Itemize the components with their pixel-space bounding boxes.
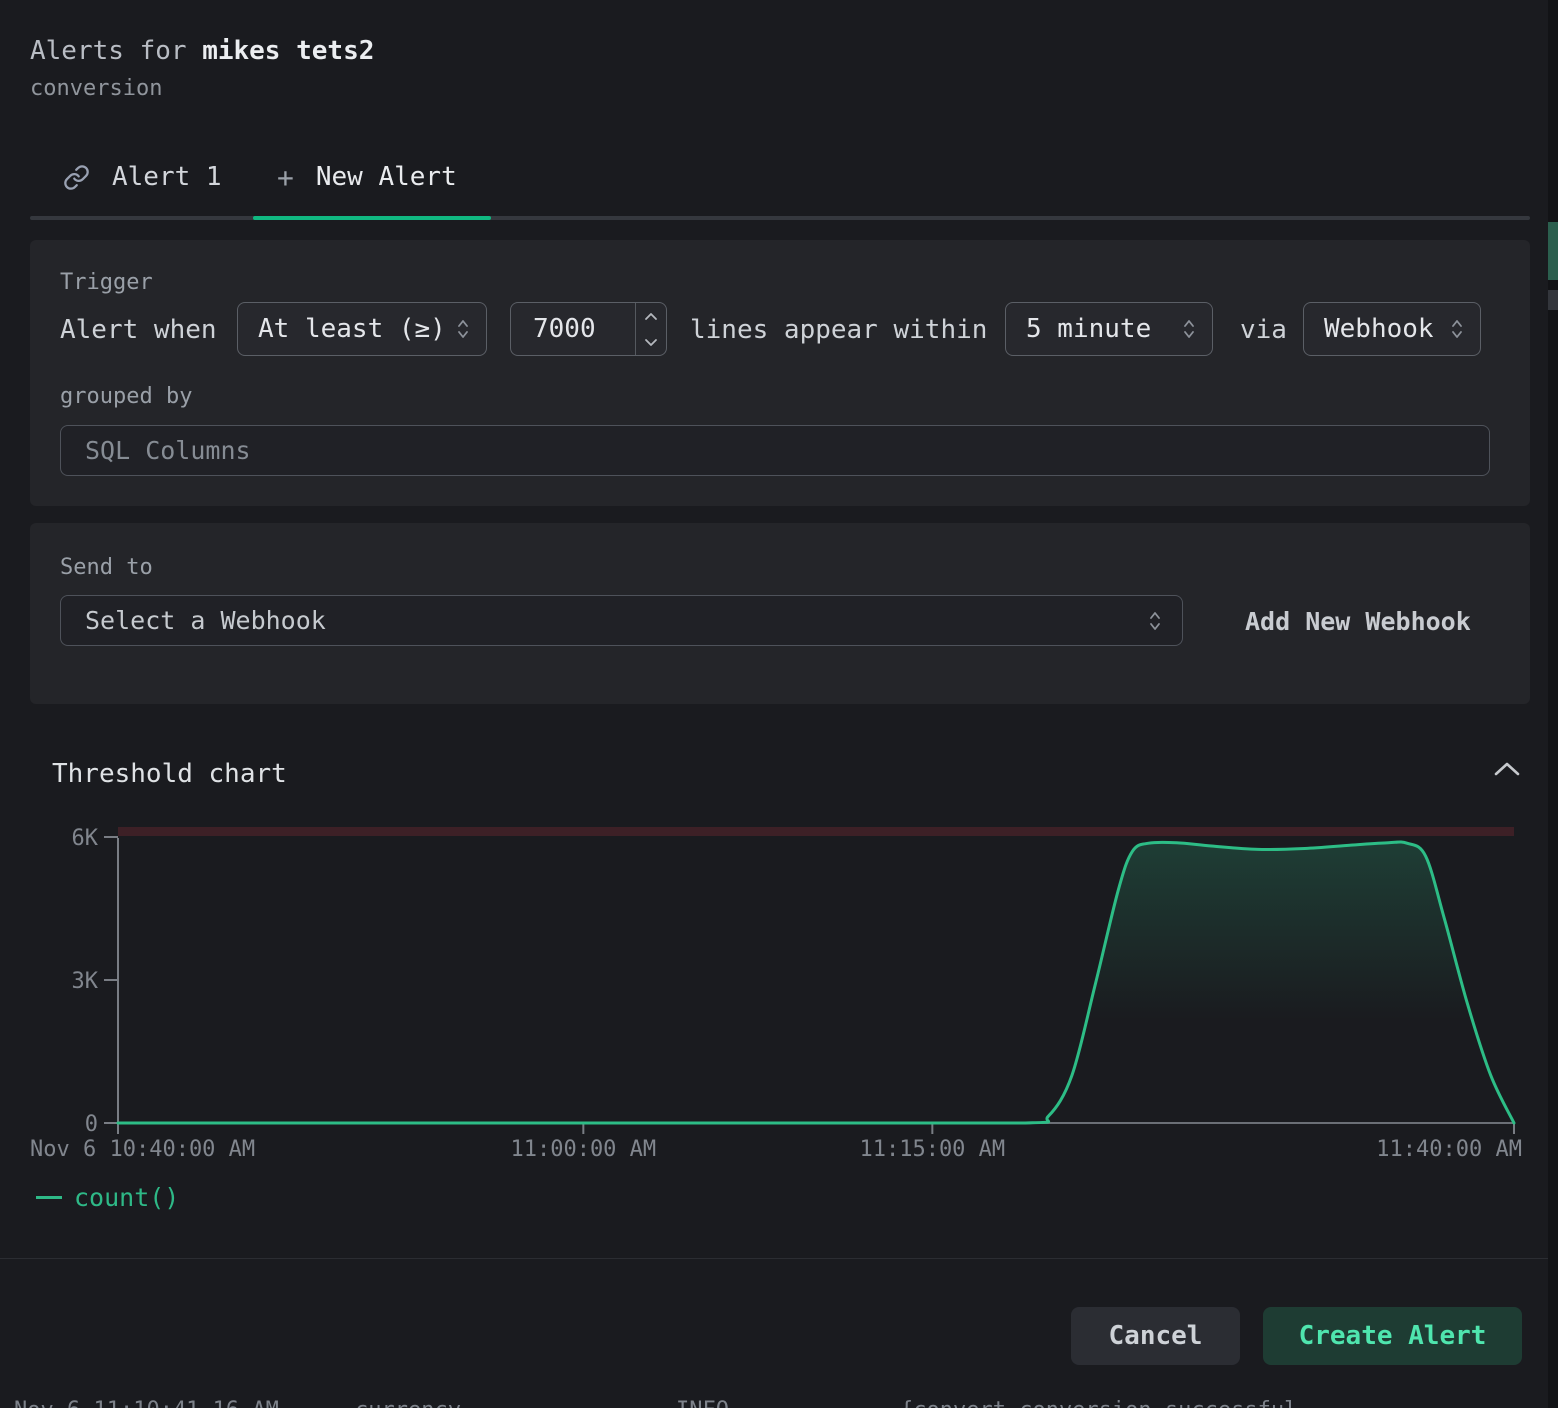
lines-appear-within-label: lines appear within [690, 315, 987, 345]
link-icon [63, 164, 90, 191]
clipped-log-fragment: currency [355, 1398, 461, 1408]
webhook-select-placeholder: Select a Webhook [85, 606, 326, 635]
add-new-webhook-button[interactable]: Add New Webhook [1245, 607, 1471, 636]
via-label: via [1240, 315, 1287, 345]
page-title: Alerts for mikes tets2 [30, 36, 374, 66]
background-gray-fragment [1548, 290, 1558, 310]
svg-text:11:40:00 AM: 11:40:00 AM [1376, 1137, 1522, 1162]
alert-when-label: Alert when [60, 315, 217, 345]
threshold-number-box [510, 302, 667, 356]
svg-text:0: 0 [85, 1112, 98, 1137]
threshold-chart-title: Threshold chart [52, 759, 287, 789]
plus-icon: + [277, 161, 294, 194]
grouped-by-label: grouped by [60, 384, 192, 409]
dataset-subtitle: conversion [30, 76, 162, 101]
channel-value: Webhook [1324, 314, 1434, 344]
spinner-up-button[interactable] [636, 303, 666, 329]
grouped-by-input[interactable] [60, 425, 1490, 476]
chart-legend: count() [36, 1183, 179, 1212]
clipped-log-fragment: INFO [676, 1398, 729, 1408]
tab-underline-active [253, 216, 491, 220]
svg-text:Nov 6 10:40:00 AM: Nov 6 10:40:00 AM [30, 1137, 255, 1162]
svg-text:6K: 6K [72, 826, 99, 851]
legend-series-label: count() [74, 1183, 179, 1212]
tab-new-alert-label: New Alert [316, 162, 457, 192]
comparator-value: At least (≥) [258, 314, 446, 344]
clipped-log-fragment: Nov 6 11:10:41.16 AM [14, 1398, 279, 1408]
svg-text:11:00:00 AM: 11:00:00 AM [510, 1137, 656, 1162]
svg-text:11:15:00 AM: 11:15:00 AM [859, 1137, 1005, 1162]
channel-select[interactable]: Webhook [1303, 302, 1481, 356]
collapse-section-button[interactable] [1490, 760, 1524, 780]
background-clipped-log-row: Nov 6 11:10:41.16 AM currency INFO {convert… [0, 1398, 1558, 1408]
background-right-sliver [1548, 0, 1558, 1408]
legend-line-swatch [36, 1196, 62, 1199]
window-select[interactable]: 5 minute [1005, 302, 1213, 356]
chevron-updown-icon [1450, 317, 1464, 341]
clipped-log-fragment: {convert conversion successful [900, 1398, 1297, 1408]
trigger-panel: Trigger Alert when At least (≥) lines ap… [30, 240, 1530, 506]
comparator-select[interactable]: At least (≥) [237, 302, 487, 356]
chevron-updown-icon [1148, 609, 1162, 633]
chevron-updown-icon [456, 317, 470, 341]
trigger-section-label: Trigger [60, 270, 153, 295]
svg-text:3K: 3K [72, 969, 99, 994]
threshold-input[interactable] [511, 303, 635, 355]
send-to-panel: Send to Select a Webhook Add New Webhook [30, 523, 1530, 704]
create-alert-button[interactable]: Create Alert [1263, 1307, 1522, 1365]
tab-new-alert[interactable]: + New Alert [277, 160, 457, 194]
footer-divider [0, 1258, 1558, 1259]
background-green-fragment [1548, 222, 1558, 280]
dataset-name: mikes tets2 [202, 36, 374, 66]
cancel-button[interactable]: Cancel [1071, 1307, 1240, 1365]
threshold-chart: 0 3K 6K Nov 6 10:40:00 AM 11:00:00 AM 11:15:0… [0, 815, 1558, 1165]
number-spinner [635, 303, 666, 355]
send-to-label: Send to [60, 555, 153, 580]
tab-alert-1[interactable]: Alert 1 [63, 160, 222, 194]
webhook-select[interactable]: Select a Webhook [60, 595, 1183, 646]
tab-alert-1-label: Alert 1 [112, 162, 222, 192]
chevron-up-icon [1490, 760, 1524, 780]
spinner-down-button[interactable] [636, 329, 666, 355]
window-value: 5 minute [1026, 314, 1151, 344]
chevron-updown-icon [1182, 317, 1196, 341]
